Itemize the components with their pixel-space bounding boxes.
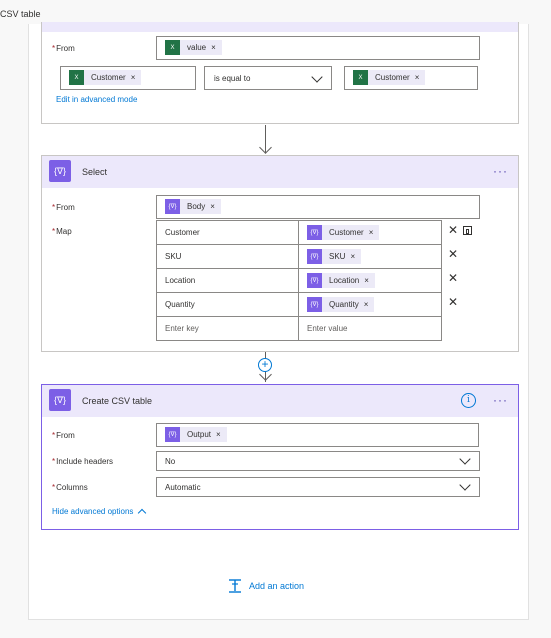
variable-icon: {∇} bbox=[307, 273, 322, 288]
excel-icon: X bbox=[165, 40, 180, 55]
map-value-cell[interactable]: {∇} Quantity × bbox=[298, 292, 442, 317]
connector-arrow-icon bbox=[259, 141, 272, 154]
map-value-cell[interactable]: {∇} Customer × bbox=[298, 220, 442, 245]
condition-right-field[interactable]: X Customer × bbox=[344, 66, 478, 90]
token-remove-icon[interactable]: × bbox=[364, 276, 369, 285]
delete-row-icon[interactable]: ✕ bbox=[448, 223, 458, 237]
select-from-label: *From bbox=[52, 203, 75, 212]
columns-label: *Columns bbox=[52, 483, 88, 492]
select-map-label: *Map bbox=[52, 227, 72, 236]
token-label: Location bbox=[329, 276, 360, 285]
add-action-icon bbox=[229, 579, 241, 593]
token-label: Body bbox=[187, 202, 206, 211]
condition-operator-select[interactable]: is equal to bbox=[204, 66, 332, 90]
token-label: Customer bbox=[375, 73, 410, 82]
info-icon[interactable]: i bbox=[461, 393, 476, 408]
condition-left-token[interactable]: X Customer × bbox=[69, 70, 142, 85]
token-remove-icon[interactable]: × bbox=[131, 73, 136, 82]
data-operation-icon: {∇} bbox=[49, 389, 71, 411]
include-headers-select[interactable]: No bbox=[156, 451, 480, 471]
add-action-label: Add an action bbox=[249, 581, 305, 591]
hide-advanced-options-link[interactable]: Hide advanced options bbox=[52, 507, 147, 518]
token-label: Output bbox=[187, 430, 212, 439]
condition-left-field[interactable]: X Customer × bbox=[60, 66, 196, 90]
flow-canvas: *From X value × X Customer × is equal to… bbox=[28, 22, 529, 620]
select-card-title: Select bbox=[82, 167, 108, 177]
new-value-input[interactable]: Enter value bbox=[298, 316, 442, 341]
map-value-token[interactable]: {∇} Customer × bbox=[307, 225, 380, 240]
map-value-cell[interactable]: {∇} SKU × bbox=[298, 244, 442, 269]
table-row: Enter key Enter value bbox=[156, 316, 442, 341]
map-key-cell[interactable]: Customer bbox=[156, 220, 299, 245]
token-remove-icon[interactable]: × bbox=[216, 430, 221, 439]
select-card: {∇} Select ··· *From {∇} Body × *Map Cus… bbox=[41, 155, 519, 352]
filter-from-label: *From bbox=[52, 44, 75, 53]
create-csv-card: {∇} Create CSV table i ··· *From {∇} Out… bbox=[41, 384, 519, 530]
variable-icon: {∇} bbox=[165, 199, 180, 214]
data-operation-icon: {∇} bbox=[49, 160, 71, 182]
map-key-cell[interactable]: Location bbox=[156, 268, 299, 293]
map-key-cell[interactable]: SKU bbox=[156, 244, 299, 269]
create-csv-card-title: Create CSV table bbox=[82, 396, 153, 406]
token-label: SKU bbox=[329, 252, 346, 261]
chevron-down-icon bbox=[459, 479, 471, 491]
delete-row-icon[interactable]: ✕ bbox=[448, 247, 458, 261]
token-remove-icon[interactable]: × bbox=[210, 202, 215, 211]
map-value-token[interactable]: {∇} Quantity × bbox=[307, 297, 375, 312]
token-label: Quantity bbox=[329, 300, 359, 309]
variable-icon: {∇} bbox=[165, 427, 180, 442]
map-value-cell[interactable]: {∇} Location × bbox=[298, 268, 442, 293]
filter-card-header-strip bbox=[42, 22, 518, 32]
chevron-up-icon bbox=[138, 508, 147, 518]
variable-icon: {∇} bbox=[307, 225, 322, 240]
select-from-field[interactable]: {∇} Body × bbox=[156, 195, 480, 219]
select-card-header[interactable]: {∇} Select ··· bbox=[42, 156, 518, 188]
include-headers-value: No bbox=[165, 457, 176, 466]
token-remove-icon[interactable]: × bbox=[211, 43, 216, 52]
map-value-token[interactable]: {∇} Location × bbox=[307, 273, 375, 288]
operator-value: is equal to bbox=[214, 74, 251, 83]
token-label: Customer bbox=[329, 228, 364, 237]
map-key-cell[interactable]: Quantity bbox=[156, 292, 299, 317]
delete-row-icon[interactable]: ✕ bbox=[448, 271, 458, 285]
table-row: Quantity {∇} Quantity × bbox=[156, 292, 442, 317]
table-row: Customer {∇} Customer × bbox=[156, 220, 442, 245]
header-title: CSV table bbox=[0, 9, 41, 19]
table-row: Location {∇} Location × bbox=[156, 268, 442, 293]
token-remove-icon[interactable]: × bbox=[350, 252, 355, 261]
token-label: value bbox=[187, 43, 207, 52]
variable-icon: {∇} bbox=[307, 249, 322, 264]
add-action-button[interactable]: Add an action bbox=[227, 578, 304, 594]
table-row: SKU {∇} SKU × bbox=[156, 244, 442, 269]
more-options-icon[interactable]: ··· bbox=[493, 164, 508, 178]
token-label: Customer bbox=[91, 73, 126, 82]
edit-advanced-mode-link[interactable]: Edit in advanced mode bbox=[56, 95, 137, 104]
filter-card: *From X value × X Customer × is equal to… bbox=[41, 22, 519, 124]
columns-value: Automatic bbox=[165, 483, 201, 492]
chevron-down-icon bbox=[459, 453, 471, 465]
token-remove-icon[interactable]: × bbox=[369, 228, 374, 237]
token-remove-icon[interactable]: × bbox=[364, 300, 369, 309]
variable-icon: {∇} bbox=[307, 297, 322, 312]
condition-right-token[interactable]: X Customer × bbox=[353, 70, 426, 85]
select-from-token[interactable]: {∇} Body × bbox=[165, 199, 221, 214]
new-key-input[interactable]: Enter key bbox=[156, 316, 299, 341]
map-table: Customer {∇} Customer × SKU {∇} SKU × Lo… bbox=[156, 220, 442, 341]
switch-text-mode-icon[interactable] bbox=[463, 226, 472, 235]
excel-icon: X bbox=[69, 70, 84, 85]
chevron-down-icon bbox=[311, 71, 323, 83]
map-value-token[interactable]: {∇} SKU × bbox=[307, 249, 362, 264]
create-csv-card-header[interactable]: {∇} Create CSV table i ··· bbox=[42, 385, 518, 417]
include-headers-label: *Include headers bbox=[52, 457, 114, 466]
filter-from-field[interactable]: X value × bbox=[156, 36, 480, 60]
more-options-icon[interactable]: ··· bbox=[493, 393, 508, 407]
csv-from-field[interactable]: {∇} Output × bbox=[156, 423, 479, 447]
excel-icon: X bbox=[353, 70, 368, 85]
filter-from-token[interactable]: X value × bbox=[165, 40, 222, 55]
csv-from-token[interactable]: {∇} Output × bbox=[165, 427, 227, 442]
token-remove-icon[interactable]: × bbox=[415, 73, 420, 82]
columns-select[interactable]: Automatic bbox=[156, 477, 480, 497]
csv-from-label: *From bbox=[52, 431, 75, 440]
delete-row-icon[interactable]: ✕ bbox=[448, 295, 458, 309]
